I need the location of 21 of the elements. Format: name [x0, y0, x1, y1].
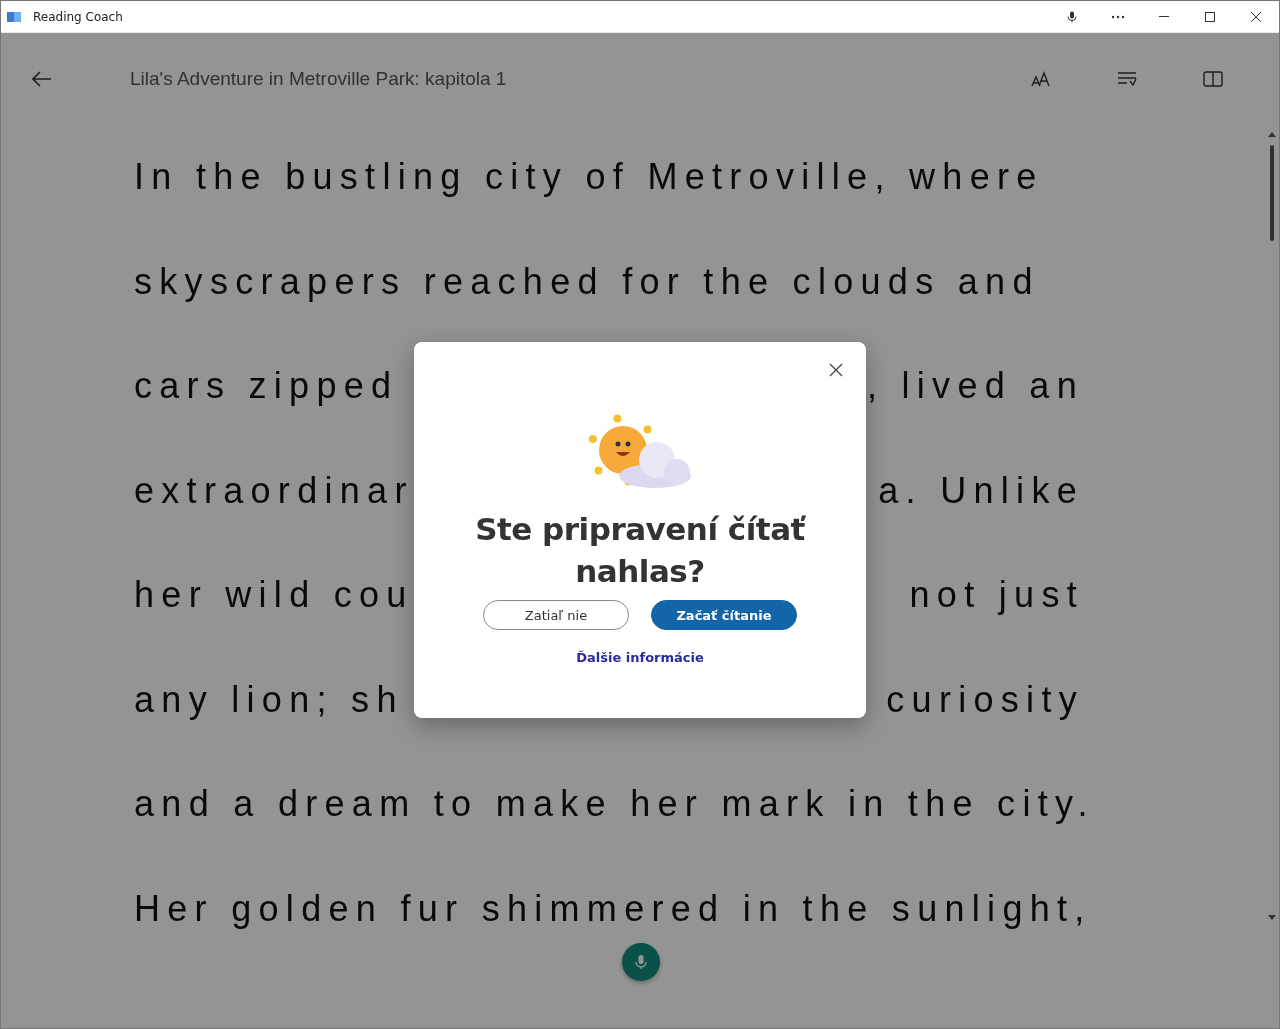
story-title: Lila's Adventure in Metroville Park: kapitola 1 — [130, 68, 508, 90]
story-text: not just — [909, 574, 1084, 617]
story-text: a. Unlike — [878, 469, 1084, 512]
window-title: Reading Coach — [33, 9, 124, 24]
app-icon — [7, 10, 21, 23]
dialog-heading: Ste pripravení čítať nahlas? — [474, 510, 807, 591]
story-text: cars zipped — [134, 365, 399, 408]
story-text: extraordinar — [134, 469, 414, 512]
story-text: , lived an — [866, 365, 1084, 408]
story-text: Her golden fur shimmered in the sunlight, — [134, 887, 1092, 930]
story-text: her wild cou — [134, 574, 414, 617]
story-text: curiosity — [886, 678, 1084, 721]
story-text: skyscrapers reached for the clouds and — [134, 260, 1040, 303]
start-reading-button[interactable]: Začať čítanie — [651, 600, 797, 630]
microphone-button[interactable] — [622, 943, 660, 981]
story-text: In the bustling city of Metroville, where — [134, 156, 1044, 199]
story-text: and a dream to make her mark in the city. — [134, 783, 1095, 826]
microphone-icon — [635, 954, 647, 970]
story-text: any lion; sh — [134, 678, 404, 721]
not-yet-button[interactable]: Zatiaľ nie — [483, 600, 629, 630]
more-info-link[interactable]: Ďalšie informácie — [576, 650, 704, 665]
